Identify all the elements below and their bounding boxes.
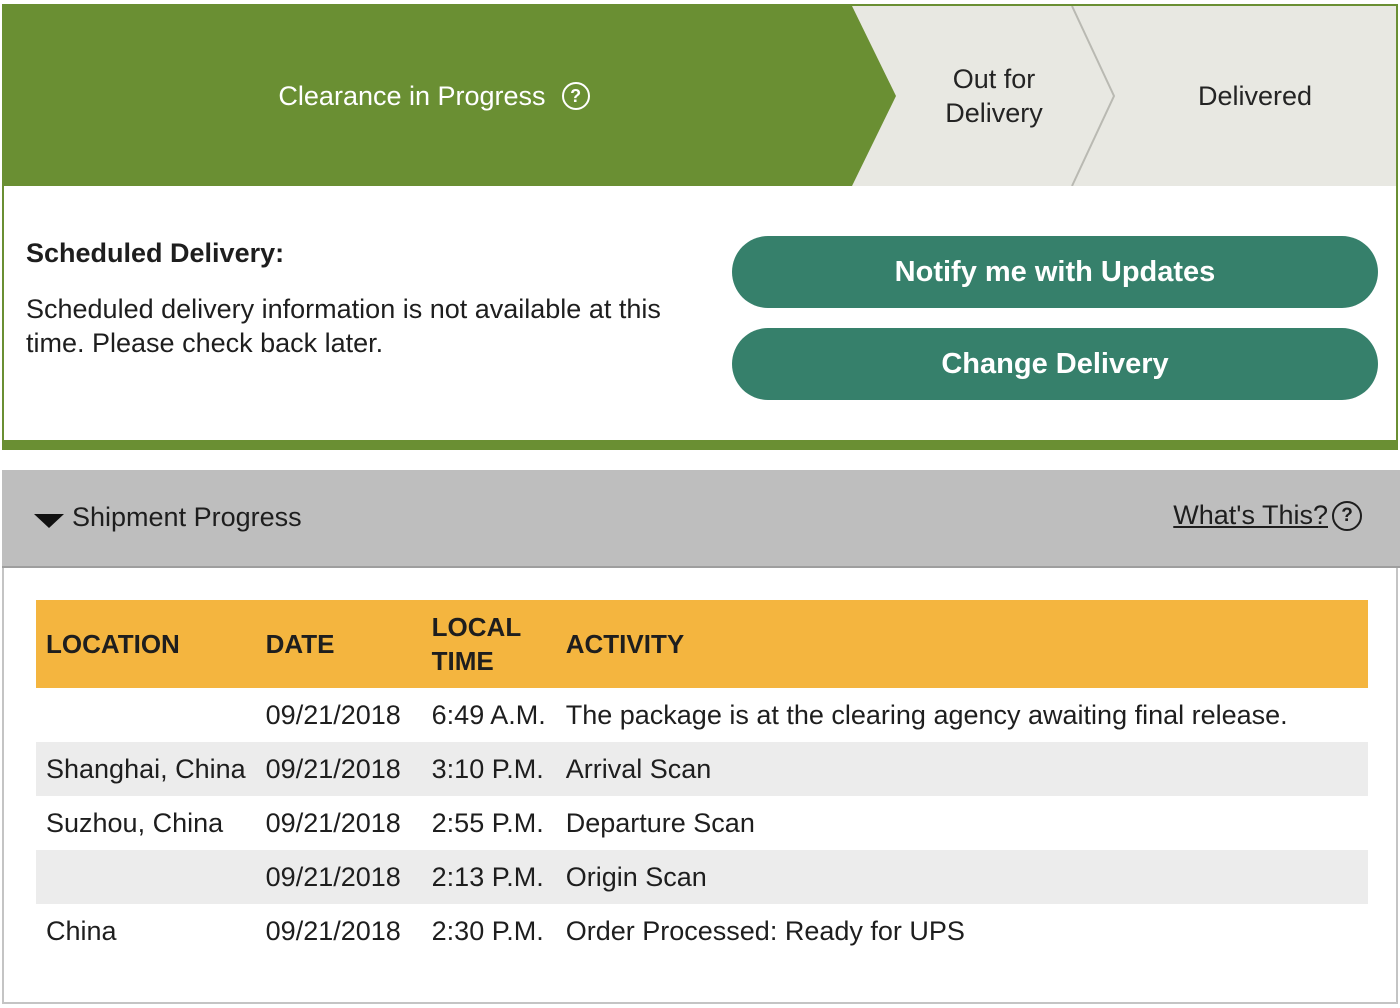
step-label: Delivered bbox=[1197, 81, 1313, 111]
cell-activity: Arrival Scan bbox=[555, 742, 1368, 796]
table-row: Shanghai, China 09/21/2018 3:10 P.M. Arr… bbox=[36, 742, 1368, 796]
cell-time: 2:30 P.M. bbox=[431, 915, 544, 946]
cell-date: 09/21/2018 bbox=[255, 742, 422, 796]
cell-date: 09/21/2018 bbox=[265, 699, 401, 730]
cell-location bbox=[36, 688, 256, 742]
help-icon[interactable]: ? bbox=[561, 82, 590, 110]
table-row: 09/21/2018 6:49 A.M. The package is at t… bbox=[36, 688, 1368, 742]
progress-stepper: Clearance in Progress ? Out for Delivery… bbox=[4, 6, 1396, 186]
cell-time: 2:13 P.M. bbox=[421, 850, 556, 904]
delivery-status-card: Clearance in Progress ? Out for Delivery… bbox=[2, 4, 1398, 450]
cell-time: 3:10 P.M. bbox=[421, 742, 556, 796]
cell-location: Shanghai, China bbox=[36, 742, 256, 796]
table-row: Suzhou, China 09/21/2018 2:55 P.M. Depar… bbox=[36, 796, 1368, 850]
cell-date: 09/21/2018 bbox=[255, 850, 422, 904]
cell-activity: Order Processed: Ready for UPS bbox=[565, 915, 965, 946]
change-delivery-button[interactable]: Change Delivery bbox=[732, 328, 1378, 400]
scheduled-delivery-message: Scheduled delivery information is not av… bbox=[26, 294, 661, 358]
cell-activity: The package is at the clearing agency aw… bbox=[565, 699, 1288, 730]
cell-date: 09/21/2018 bbox=[265, 915, 401, 946]
shipment-progress-header[interactable]: Shipment Progress What's This? ? bbox=[2, 470, 1400, 568]
notify-updates-button[interactable]: Notify me with Updates bbox=[732, 236, 1378, 308]
table-row: 09/21/2018 2:13 P.M. Origin Scan bbox=[36, 850, 1368, 904]
cell-activity: Departure Scan bbox=[565, 807, 755, 838]
table-header-row: LOCATION DATE LOCAL TIME ACTIVITY bbox=[36, 600, 1368, 688]
shipment-progress-panel: Shipment Progress What's This? ? LOCATIO… bbox=[2, 470, 1400, 1004]
cell-time: 6:49 A.M. bbox=[431, 699, 546, 730]
whats-this-link[interactable]: What's This? bbox=[1173, 500, 1328, 531]
cell-time: 2:55 P.M. bbox=[431, 807, 544, 838]
column-header-local-time: LOCAL TIME bbox=[421, 600, 556, 688]
cell-location: China bbox=[46, 915, 117, 946]
whats-this: What's This? ? bbox=[1173, 500, 1362, 531]
shipment-progress-title[interactable]: Shipment Progress bbox=[72, 502, 302, 533]
collapse-triangle-icon[interactable] bbox=[34, 514, 64, 528]
step-out-for-delivery: Out for Delivery bbox=[904, 6, 1084, 186]
column-header-activity: ACTIVITY bbox=[555, 600, 1368, 688]
table-row: China 09/21/2018 2:30 P.M. Order Process… bbox=[36, 904, 1368, 958]
step-label: Out for Delivery bbox=[945, 64, 1043, 128]
step-clearance-in-progress: Clearance in Progress ? bbox=[4, 6, 864, 186]
cell-location: Suzhou, China bbox=[46, 807, 224, 838]
shipment-activity-table: LOCATION DATE LOCAL TIME ACTIVITY 09/21/… bbox=[36, 600, 1368, 958]
scheduled-delivery-title: Scheduled Delivery: bbox=[26, 238, 285, 268]
cell-date: 09/21/2018 bbox=[265, 807, 401, 838]
column-header-location: LOCATION bbox=[36, 600, 256, 688]
cell-activity: Origin Scan bbox=[555, 850, 1368, 904]
step-delivered: Delivered bbox=[1114, 6, 1396, 186]
help-icon[interactable]: ? bbox=[1332, 500, 1362, 531]
cell-location bbox=[36, 850, 256, 904]
step-label: Clearance in Progress bbox=[278, 81, 546, 111]
column-header-date: DATE bbox=[255, 600, 422, 688]
